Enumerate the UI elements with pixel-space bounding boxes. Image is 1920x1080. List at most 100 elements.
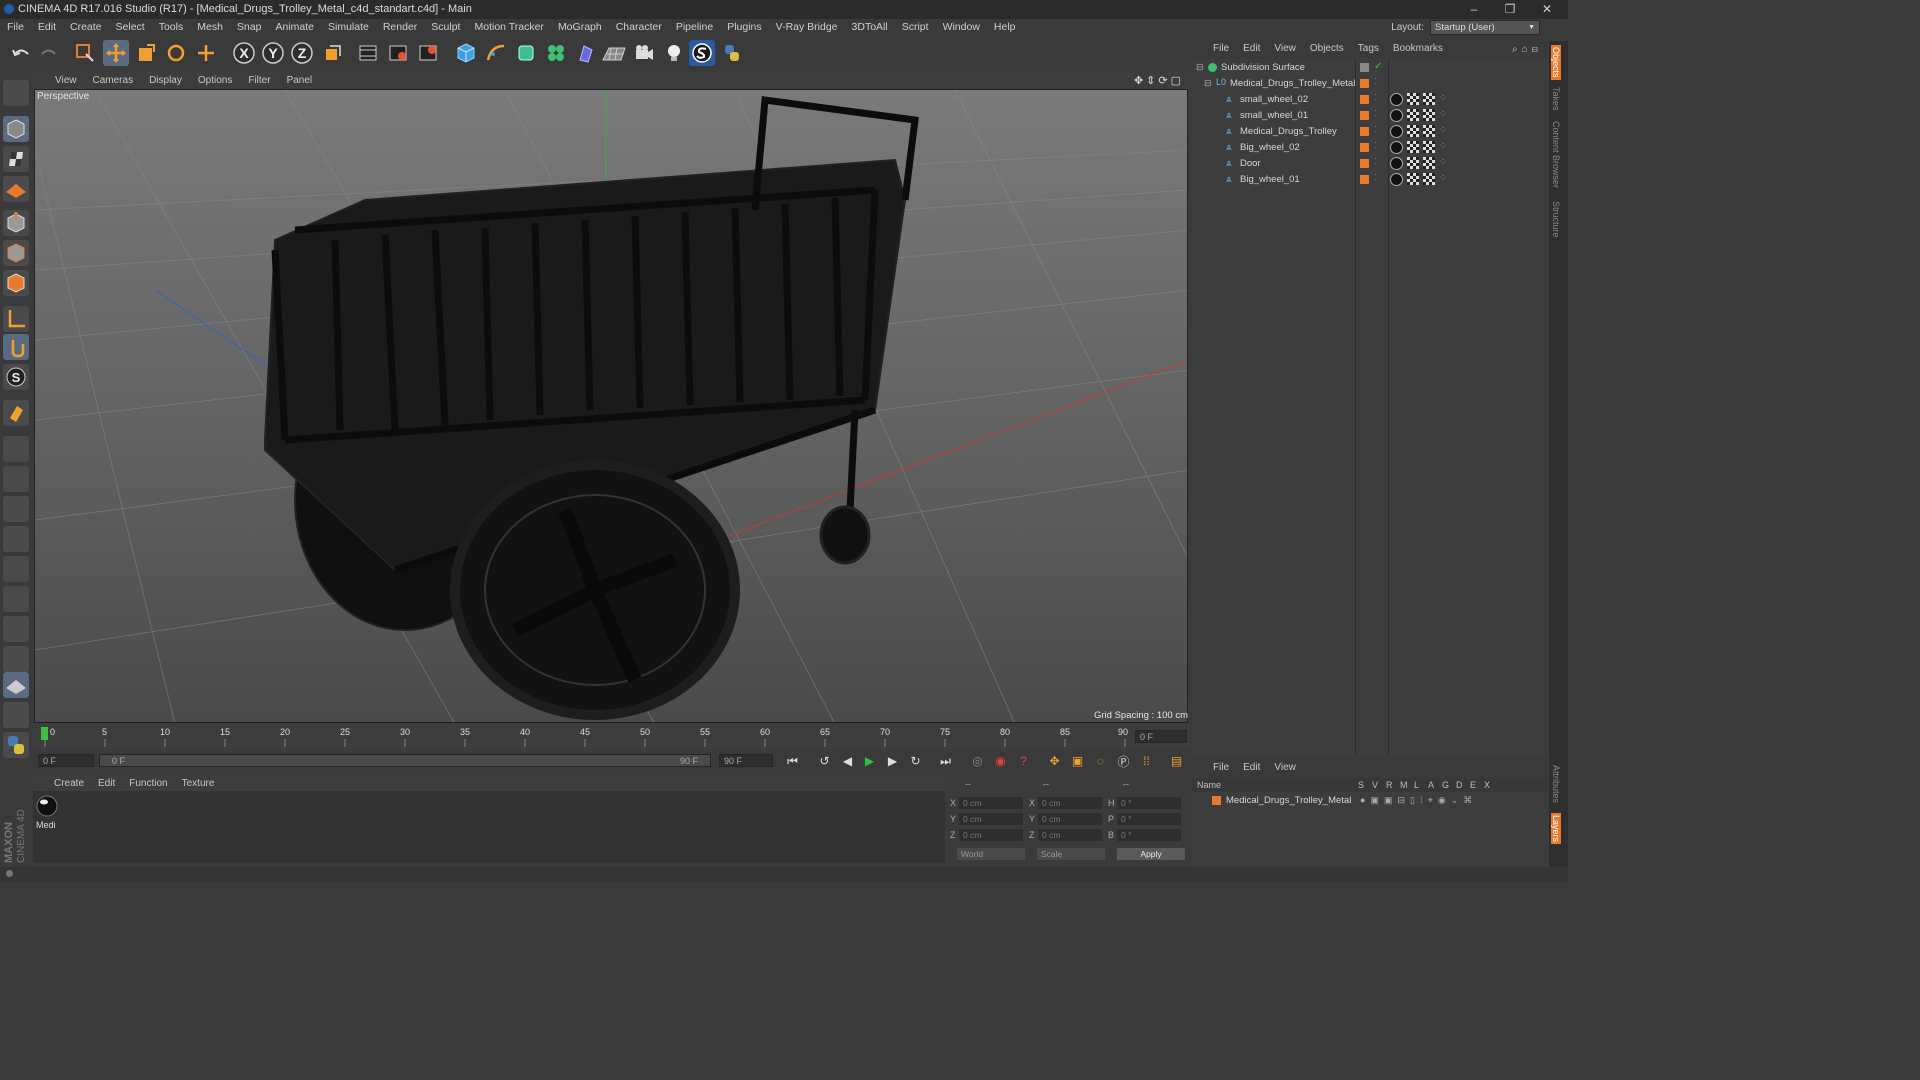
key-parameter-icon[interactable]: Ⓟ	[1114, 752, 1133, 770]
menu-script[interactable]: Script	[895, 19, 936, 36]
record-pos-icon[interactable]: ◎	[968, 752, 987, 770]
snap-icon[interactable]: S	[3, 364, 29, 390]
object-row[interactable]: ⊟ Subdivision Surface ✓	[1192, 60, 1548, 76]
start-frame-field[interactable]: 0 F	[38, 754, 94, 767]
layer-color-icon[interactable]	[1212, 796, 1221, 805]
menu-edit[interactable]: Edit	[31, 19, 63, 36]
sculpt-grab-icon[interactable]	[3, 586, 29, 612]
texture-tag-icon[interactable]	[1423, 109, 1435, 121]
layer-menu-edit[interactable]: Edit	[1236, 760, 1267, 776]
key-scale-icon[interactable]: ▣	[1068, 752, 1087, 770]
tab-layers[interactable]: Layers	[1551, 813, 1561, 845]
edges-mode-icon[interactable]	[3, 240, 29, 266]
enabled-check-icon[interactable]: ✓	[1374, 61, 1382, 72]
material-tag-icon[interactable]	[1390, 173, 1403, 186]
viewport-menu-cameras[interactable]: Cameras	[85, 72, 142, 89]
material-tag-icon[interactable]	[1390, 93, 1403, 106]
coord-pos-z-field[interactable]: 0 cm	[959, 829, 1023, 841]
sculpt-flatten-icon[interactable]	[3, 616, 29, 642]
light-icon[interactable]	[661, 40, 687, 66]
menu-vray-bridge[interactable]: V-Ray Bridge	[769, 19, 845, 36]
coord-rot-p-field[interactable]: 0 °	[1117, 813, 1181, 825]
goto-end-icon[interactable]: ⏭	[936, 752, 955, 770]
pen-icon[interactable]	[483, 40, 509, 66]
object-row[interactable]: ⩓ Big_wheel_02 ⁚ ⁘	[1192, 140, 1548, 156]
object-menu-bookmarks[interactable]: Bookmarks	[1386, 41, 1450, 57]
menu-render[interactable]: Render	[376, 19, 424, 36]
layout-dropdown[interactable]: Startup (User) ▼	[1430, 20, 1540, 35]
coord-size-y-field[interactable]: 0 cm	[1038, 813, 1102, 825]
menu-plugins[interactable]: Plugins	[720, 19, 768, 36]
object-menu-objects[interactable]: Objects	[1303, 41, 1351, 57]
keyframe-help-icon[interactable]: ?	[1014, 752, 1033, 770]
minimize-button[interactable]: –	[1462, 2, 1486, 16]
object-menu-file[interactable]: File	[1206, 41, 1236, 57]
menu-tools[interactable]: Tools	[152, 19, 191, 36]
points-mode-icon[interactable]	[3, 210, 29, 236]
layer-color-icon[interactable]	[1360, 111, 1369, 120]
collapse-icon[interactable]: ⊟	[1204, 78, 1212, 89]
redo-icon[interactable]	[36, 40, 62, 66]
texture-tag-icon[interactable]	[1423, 125, 1435, 137]
texture-tag-icon[interactable]	[1407, 93, 1419, 105]
object-menu-edit[interactable]: Edit	[1236, 41, 1267, 57]
phong-tag-icon[interactable]: ⁘	[1439, 109, 1447, 120]
phong-tag-icon[interactable]: ⁘	[1439, 93, 1447, 104]
next-key-icon[interactable]: ↻	[906, 752, 925, 770]
render-view-icon[interactable]	[355, 40, 381, 66]
menu-mograph[interactable]: MoGraph	[551, 19, 609, 36]
key-rotation-icon[interactable]: ◌	[1091, 752, 1110, 770]
render-settings-icon[interactable]	[415, 40, 441, 66]
axis-mode-icon[interactable]	[3, 306, 29, 332]
object-row[interactable]: ⩓ small_wheel_01 ⁚ ⁘	[1192, 108, 1548, 124]
magnet-icon[interactable]	[3, 400, 29, 426]
menu-3dtoall[interactable]: 3DToAll	[845, 19, 895, 36]
timeline-window-icon[interactable]: ▤	[1167, 752, 1186, 770]
timeline-ruler[interactable]: 0 5 10 15 20 25 30 35 40 45 50 55 60 65 …	[33, 723, 1190, 749]
python-script-icon[interactable]	[3, 732, 29, 758]
tab-content-browser[interactable]: Content Browser	[1551, 121, 1561, 188]
layer-menu-view[interactable]: View	[1267, 760, 1303, 776]
polygons-mode-icon[interactable]	[3, 270, 29, 296]
python-icon[interactable]	[719, 40, 745, 66]
coord-pos-x-field[interactable]: 0 cm	[959, 797, 1023, 809]
visibility-dots-icon[interactable]: ⁚	[1374, 173, 1377, 182]
phong-tag-icon[interactable]: ⁘	[1439, 141, 1447, 152]
texture-tag-icon[interactable]	[1423, 157, 1435, 169]
object-row[interactable]: ⊟ L0 Medical_Drugs_Trolley_Metal ⁚	[1192, 76, 1548, 92]
planar-icon[interactable]	[3, 436, 29, 462]
tweak-icon[interactable]	[3, 334, 29, 360]
material-menu-edit[interactable]: Edit	[91, 776, 122, 791]
texture-tag-icon[interactable]	[1407, 157, 1419, 169]
prev-key-icon[interactable]: ↺	[815, 752, 834, 770]
key-pla-icon[interactable]: ⁞⁞	[1137, 752, 1156, 770]
menu-mesh[interactable]: Mesh	[190, 19, 230, 36]
make-editable-icon[interactable]	[3, 80, 29, 106]
object-row[interactable]: ⩓ Big_wheel_01 ⁚ ⁘	[1192, 172, 1548, 188]
subdivision-icon[interactable]	[513, 40, 539, 66]
scale-icon[interactable]	[133, 40, 159, 66]
menu-select[interactable]: Select	[109, 19, 152, 36]
material-tag-icon[interactable]	[1390, 157, 1403, 170]
object-menu-view[interactable]: View	[1267, 41, 1303, 57]
material-menu-create[interactable]: Create	[47, 776, 91, 791]
tab-takes[interactable]: Takes	[1551, 87, 1561, 111]
live-select-icon[interactable]	[72, 40, 98, 66]
menu-character[interactable]: Character	[609, 19, 669, 36]
menu-snap[interactable]: Snap	[230, 19, 269, 36]
close-button[interactable]: ✕	[1535, 2, 1559, 16]
frame-range-slider[interactable]: 0 F 90 F	[99, 754, 711, 767]
tab-structure[interactable]: Structure	[1551, 201, 1561, 238]
texture-mode-icon[interactable]	[3, 146, 29, 172]
texture-tag-icon[interactable]	[1407, 141, 1419, 153]
material-swatch[interactable]: Medi	[35, 794, 59, 832]
coord-rot-b-field[interactable]: 0 °	[1117, 829, 1181, 841]
layer-icon[interactable]	[1360, 63, 1369, 72]
object-row[interactable]: ⩓ small_wheel_02 ⁚ ⁘	[1192, 92, 1548, 108]
menu-motion-tracker[interactable]: Motion Tracker	[467, 19, 550, 36]
menu-help[interactable]: Help	[987, 19, 1023, 36]
render-picture-viewer-icon[interactable]	[385, 40, 411, 66]
coord-scale-dropdown[interactable]: Scale	[1037, 848, 1105, 860]
layer-color-icon[interactable]	[1360, 79, 1369, 88]
texture-tag-icon[interactable]	[1423, 141, 1435, 153]
